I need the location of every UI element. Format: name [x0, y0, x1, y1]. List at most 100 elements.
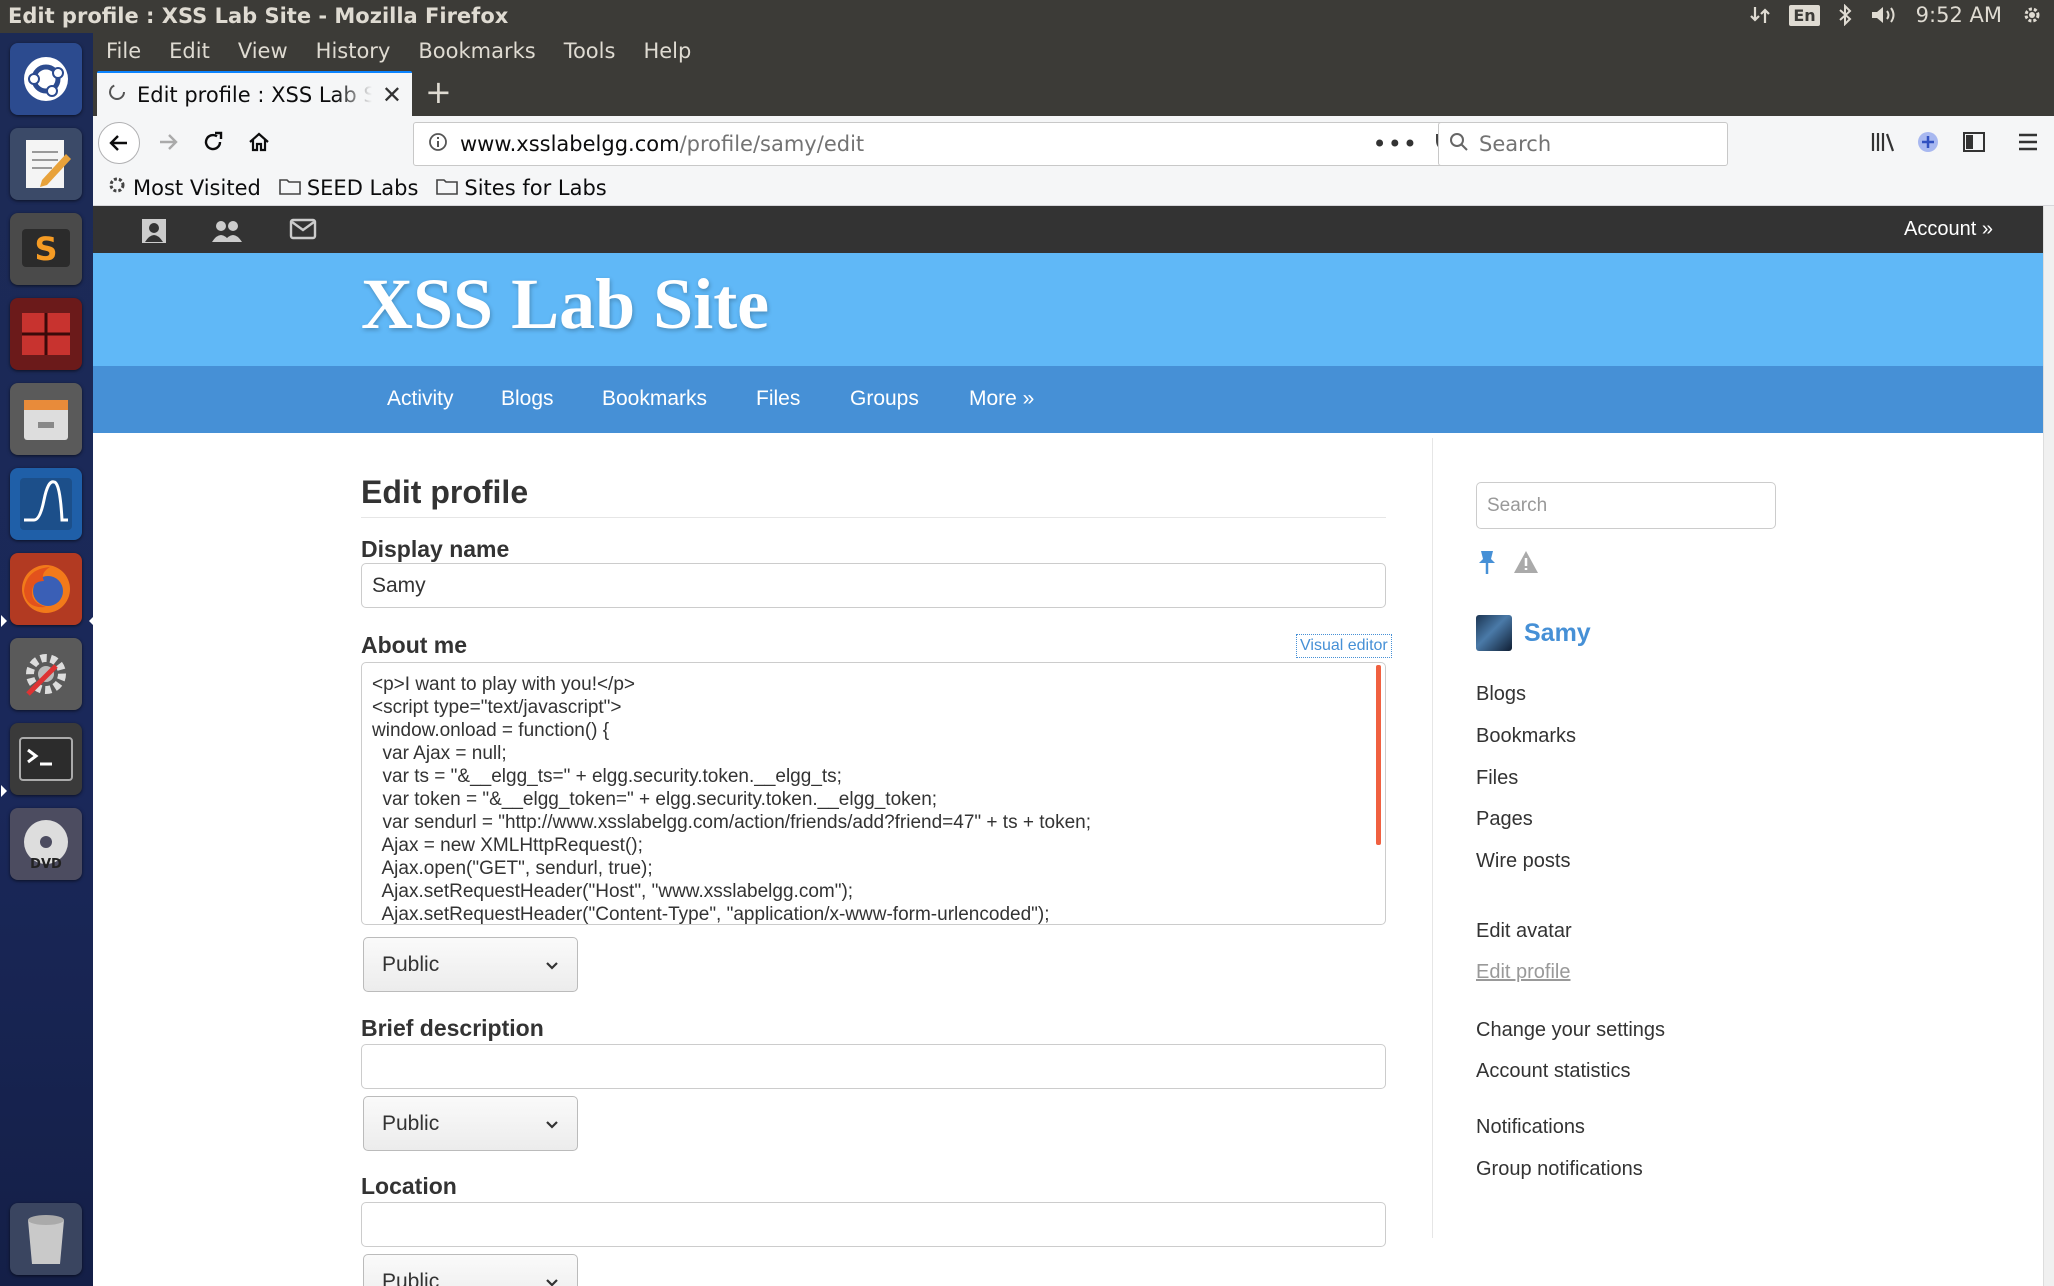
sidebar-link-files[interactable]: Files [1476, 767, 1518, 790]
bookmark-label: Most Visited [133, 175, 261, 200]
ubuntu-dash-icon[interactable] [10, 43, 82, 115]
about-me-label: About me [361, 632, 468, 658]
sidebar-link-statistics[interactable]: Account statistics [1476, 1060, 1631, 1083]
svg-text:DVD: DVD [30, 857, 62, 872]
url-host: www.xsslabelgg.com [460, 132, 680, 156]
search-icon [1449, 132, 1469, 157]
access-value: Public [382, 1269, 440, 1286]
friends-icon[interactable] [211, 218, 243, 249]
reload-button[interactable] [193, 122, 233, 162]
hamburger-menu-icon[interactable] [2008, 122, 2048, 162]
about-me-textarea[interactable]: <p>I want to play with you!</p> <script … [361, 662, 1386, 925]
location-field[interactable] [361, 1202, 1386, 1247]
window-title: Edit profile : XSS Lab Site - Mozilla Fi… [8, 4, 509, 28]
sidebar-link-blogs[interactable]: Blogs [1476, 683, 1526, 706]
library-icon[interactable] [1863, 122, 1903, 162]
folder-icon [279, 176, 301, 200]
tab-edit-profile[interactable]: Edit profile : XSS Lab Site ✕ [97, 71, 412, 116]
svg-text:S: S [34, 230, 57, 268]
avatar[interactable] [1476, 615, 1512, 651]
menu-activity[interactable]: Activity [387, 387, 454, 411]
sidebar-link-group-notifications[interactable]: Group notifications [1476, 1158, 1643, 1181]
sidebar-link-pages[interactable]: Pages [1476, 808, 1533, 831]
warning-icon[interactable] [1512, 549, 1540, 580]
sidebar-divider [1432, 438, 1433, 1238]
settings-icon[interactable] [10, 638, 82, 710]
brief-description-field[interactable] [361, 1044, 1386, 1089]
firefox-icon[interactable] [10, 553, 82, 625]
location-label: Location [361, 1173, 457, 1199]
menu-edit[interactable]: Edit [169, 39, 210, 63]
menu-view[interactable]: View [238, 39, 288, 63]
network-icon[interactable] [1749, 4, 1771, 26]
url-bar[interactable]: www.xsslabelgg.com/profile/samy/edit ••• [413, 122, 1513, 166]
sidebar-link-edit-avatar[interactable]: Edit avatar [1476, 920, 1572, 943]
menu-tools[interactable]: Tools [564, 39, 616, 63]
dvd-icon[interactable]: DVD [10, 808, 82, 880]
brief-description-access-select[interactable]: Public [363, 1096, 578, 1151]
info-icon[interactable] [428, 132, 448, 157]
site-name[interactable]: XSS Lab Site [361, 263, 769, 346]
sidebar-link-notifications[interactable]: Notifications [1476, 1116, 1585, 1139]
brief-description-label: Brief description [361, 1015, 544, 1041]
owner-block: Samy [1476, 615, 1591, 651]
page-actions-icon[interactable]: ••• [1373, 130, 1418, 158]
account-menu[interactable]: Account » [1904, 218, 1993, 241]
profile-icon[interactable] [141, 218, 167, 249]
extension-icon[interactable] [1908, 122, 1948, 162]
new-tab-button[interactable]: + [425, 73, 452, 111]
site-header: XSS Lab Site [93, 253, 2043, 366]
site-search-input[interactable]: Search [1476, 482, 1776, 529]
text-editor-icon[interactable] [10, 128, 82, 200]
messages-icon[interactable] [289, 218, 317, 245]
keyboard-layout[interactable]: En [1789, 4, 1820, 26]
bookmark-label: SEED Labs [306, 175, 419, 200]
pin-icon[interactable] [1476, 549, 1498, 580]
display-name-field[interactable]: Samy [361, 563, 1386, 608]
menu-file[interactable]: File [106, 39, 141, 63]
bookmark-seed-labs[interactable]: SEED Labs [279, 175, 419, 200]
bookmark-most-visited[interactable]: Most Visited [107, 175, 261, 200]
bluetooth-icon[interactable] [1838, 4, 1852, 26]
forward-button[interactable] [148, 122, 188, 162]
gear-icon[interactable] [2020, 3, 2044, 27]
terminal-split-icon[interactable] [10, 298, 82, 370]
menu-help[interactable]: Help [643, 39, 691, 63]
menu-bookmarks[interactable]: Bookmarks [418, 39, 535, 63]
loading-icon [107, 82, 127, 107]
owner-name[interactable]: Samy [1524, 619, 1591, 648]
terminal-icon[interactable] [10, 723, 82, 795]
navigation-toolbar: www.xsslabelgg.com/profile/samy/edit •••… [93, 116, 2054, 170]
file-manager-icon[interactable] [10, 383, 82, 455]
sidebar-link-bookmarks[interactable]: Bookmarks [1476, 725, 1576, 748]
display-name-label: Display name [361, 536, 510, 562]
trash-icon[interactable] [10, 1203, 82, 1275]
url-path: /profile/samy/edit [679, 132, 865, 156]
clock[interactable]: 9:52 AM [1916, 3, 2002, 27]
sidebar-link-edit-profile[interactable]: Edit profile [1476, 961, 1571, 984]
menu-files[interactable]: Files [756, 387, 800, 411]
visual-editor-toggle[interactable]: Visual editor [1296, 634, 1392, 658]
menu-blogs[interactable]: Blogs [501, 387, 554, 411]
menu-history[interactable]: History [316, 39, 391, 63]
elgg-topbar: Account » [93, 206, 2043, 253]
menu-more[interactable]: More » [969, 387, 1034, 411]
bookmark-sites-for-labs[interactable]: Sites for Labs [436, 176, 607, 200]
home-button[interactable] [239, 122, 279, 162]
close-tab-icon[interactable]: ✕ [382, 81, 402, 109]
sidebar-toggle-icon[interactable] [1954, 122, 1994, 162]
sublime-text-icon[interactable]: S [10, 213, 82, 285]
volume-icon[interactable] [1870, 4, 1898, 26]
menu-groups[interactable]: Groups [850, 387, 919, 411]
textarea-scrollbar[interactable] [1376, 665, 1381, 845]
sidebar-link-settings[interactable]: Change your settings [1476, 1019, 1665, 1042]
location-access-select[interactable]: Public [363, 1254, 578, 1286]
menu-bookmarks[interactable]: Bookmarks [602, 387, 707, 411]
back-button[interactable] [98, 122, 140, 164]
title-divider [361, 517, 1386, 518]
wireshark-icon[interactable] [10, 468, 82, 540]
page-scrollbar[interactable] [2043, 206, 2054, 1286]
about-me-access-select[interactable]: Public [363, 937, 578, 992]
sidebar-link-wire-posts[interactable]: Wire posts [1476, 850, 1570, 873]
browser-search-box[interactable]: Search [1438, 122, 1728, 166]
